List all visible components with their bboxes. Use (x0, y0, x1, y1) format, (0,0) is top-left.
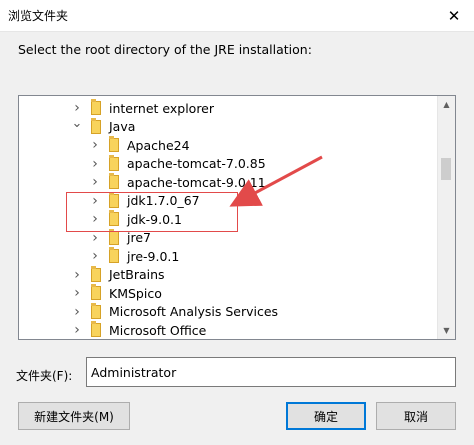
folder-icon (109, 228, 119, 245)
folder-icon (109, 136, 119, 152)
folder-icon (91, 321, 101, 337)
chevron-right-icon[interactable]: › (71, 100, 83, 116)
folder-field-label: 文件夹(F): (16, 369, 73, 383)
instruction-text: Select the root directory of the JRE ins… (18, 42, 312, 57)
vertical-scrollbar[interactable]: ▲ ▼ (437, 96, 455, 339)
chevron-right-icon[interactable]: › (89, 248, 101, 264)
folder-icon (109, 247, 119, 263)
chevron-right-icon[interactable]: › (71, 267, 83, 283)
new-folder-button[interactable]: 新建文件夹(M) (18, 402, 130, 430)
folder-icon (91, 117, 101, 134)
chevron-right-icon[interactable]: › (71, 322, 83, 338)
scroll-up-icon[interactable]: ▲ (438, 96, 455, 113)
window-title: 浏览文件夹 (8, 9, 69, 23)
tree-item-label: jre-9.0.1 (127, 248, 180, 264)
scroll-thumb[interactable] (441, 158, 451, 180)
folder-icon (109, 173, 119, 189)
chevron-right-icon[interactable]: › (89, 156, 101, 172)
tree-item-label: apache-tomcat-7.0.85 (127, 156, 266, 171)
tree-item-label: JetBrains (109, 267, 165, 282)
chevron-right-icon[interactable]: › (71, 304, 83, 320)
scroll-down-icon[interactable]: ▼ (438, 322, 455, 339)
tree-item-label: KMSpico (109, 285, 162, 301)
folder-icon (109, 154, 119, 171)
folder-icon (91, 284, 101, 300)
tree-item-label: Java (109, 119, 136, 134)
chevron-right-icon[interactable]: › (89, 230, 101, 246)
tree-item-label: Microsoft Office (109, 322, 207, 338)
chevron-right-icon[interactable]: › (71, 285, 83, 301)
folder-icon (91, 302, 101, 319)
annotation-highlight-box (66, 192, 238, 232)
title-bar: 浏览文件夹 ✕ (0, 0, 474, 32)
chevron-down-icon[interactable]: ⌄ (71, 116, 83, 131)
folder-name-input[interactable] (86, 357, 456, 387)
tree-item-label: Microsoft Analysis Services (109, 304, 279, 319)
folder-icon (91, 99, 101, 115)
tree-item-label: Apache24 (127, 137, 190, 153)
close-icon: ✕ (447, 6, 461, 25)
chevron-right-icon[interactable]: › (89, 137, 101, 153)
folder-icon (91, 265, 101, 282)
chevron-right-icon[interactable]: › (89, 174, 101, 190)
ok-button[interactable]: 确定 (286, 402, 366, 430)
tree-item-label: apache-tomcat-9.0.11 (127, 174, 266, 190)
tree-item-label: internet explorer (109, 100, 215, 116)
tree-item-label: jre7 (127, 230, 151, 245)
close-button[interactable]: ✕ (434, 0, 474, 31)
cancel-button[interactable]: 取消 (376, 402, 456, 430)
tree-item[interactable]: › Microsoft Office (19, 319, 455, 339)
